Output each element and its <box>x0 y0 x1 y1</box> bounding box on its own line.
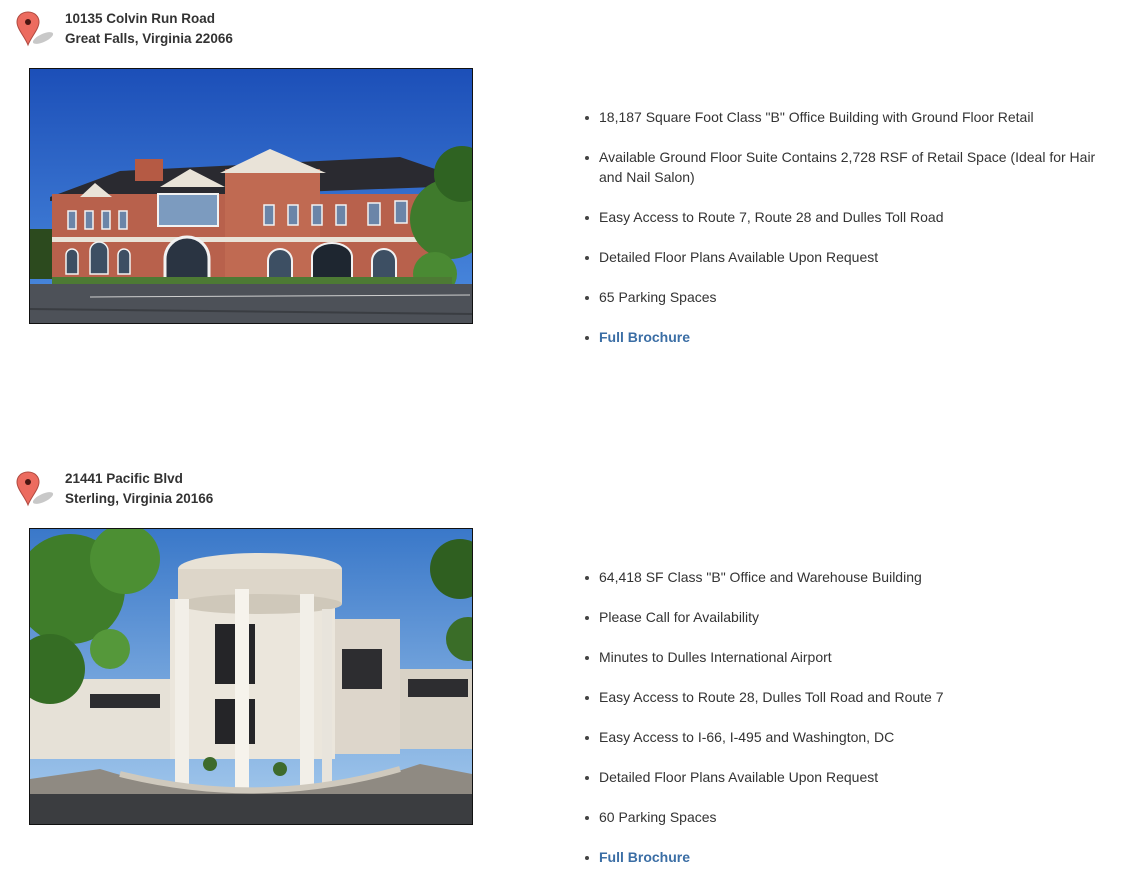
feature-item: Available Ground Floor Suite Contains 2,… <box>585 147 1109 187</box>
feature-list: 18,187 Square Foot Class "B" Office Buil… <box>585 107 1109 367</box>
feature-item: 60 Parking Spaces <box>585 807 1109 827</box>
address-line-1: 10135 Colvin Run Road <box>65 11 216 26</box>
feature-item: Please Call for Availability <box>585 607 1109 627</box>
feature-item: 65 Parking Spaces <box>585 287 1109 307</box>
feature-item: Minutes to Dulles International Airport <box>585 647 1109 667</box>
map-pin-icon[interactable] <box>16 10 56 50</box>
property-photo[interactable] <box>29 68 473 324</box>
feature-item: Detailed Floor Plans Available Upon Requ… <box>585 767 1109 787</box>
address-line-2: Sterling, Virginia 20166 <box>65 491 214 506</box>
feature-item: 18,187 Square Foot Class "B" Office Buil… <box>585 107 1109 127</box>
brochure-item: Full Brochure <box>585 847 1109 867</box>
full-brochure-link[interactable]: Full Brochure <box>599 849 690 865</box>
address-line-2: Great Falls, Virginia 22066 <box>65 31 233 46</box>
listing-1: 10135 Colvin Run Road Great Falls, Virgi… <box>0 0 1124 420</box>
address: 21441 Pacific Blvd Sterling, Virginia 20… <box>65 469 213 509</box>
address-line-1: 21441 Pacific Blvd <box>65 471 183 486</box>
full-brochure-link[interactable]: Full Brochure <box>599 329 690 345</box>
brochure-item: Full Brochure <box>585 327 1109 347</box>
feature-item: Easy Access to Route 28, Dulles Toll Roa… <box>585 687 1109 707</box>
feature-item: 64,418 SF Class "B" Office and Warehouse… <box>585 567 1109 587</box>
feature-item: Detailed Floor Plans Available Upon Requ… <box>585 247 1109 267</box>
feature-list: 64,418 SF Class "B" Office and Warehouse… <box>585 567 1109 887</box>
map-pin-icon[interactable] <box>16 470 56 510</box>
property-photo[interactable] <box>29 528 473 825</box>
listing-2: 21441 Pacific Blvd Sterling, Virginia 20… <box>0 460 1124 880</box>
feature-item: Easy Access to Route 7, Route 28 and Dul… <box>585 207 1109 227</box>
address: 10135 Colvin Run Road Great Falls, Virgi… <box>65 9 233 49</box>
feature-item: Easy Access to I-66, I-495 and Washingto… <box>585 727 1109 747</box>
